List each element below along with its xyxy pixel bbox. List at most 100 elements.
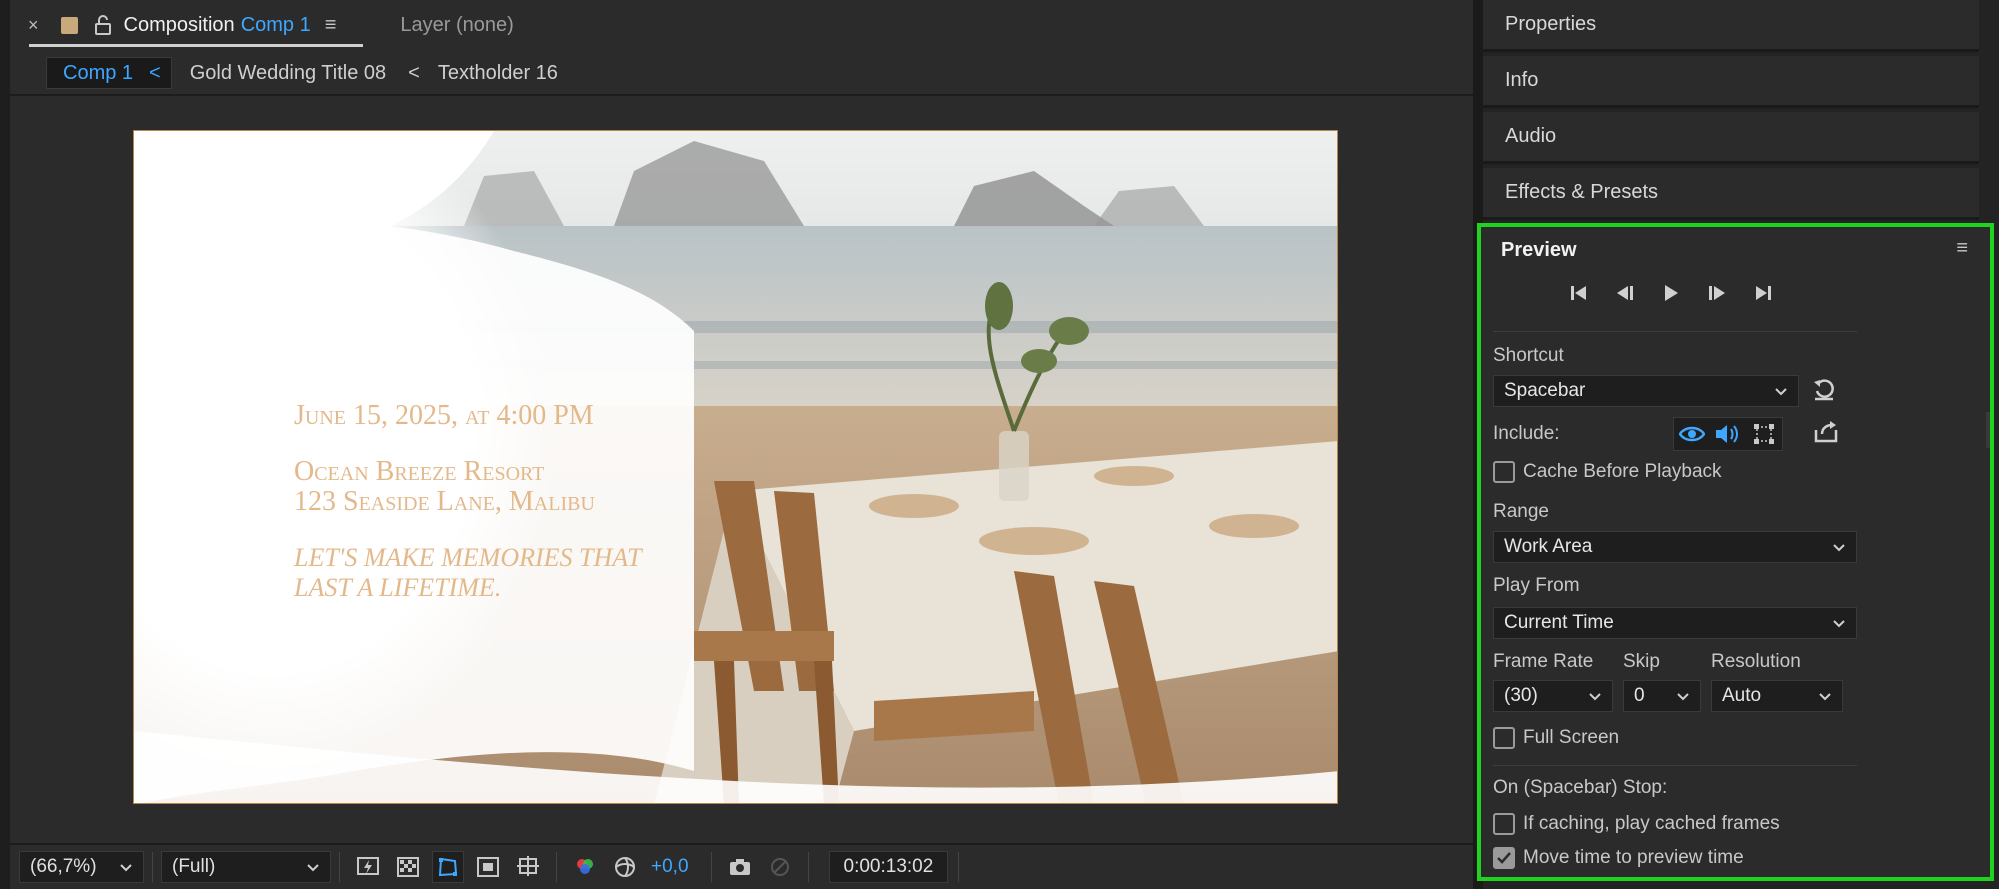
effects-presets-panel-header[interactable]: Effects & Presets [1483, 168, 1979, 220]
preview-title[interactable]: Preview [1501, 239, 1577, 262]
invite-date: June 15, 2025, at 4:00 PM [294, 400, 594, 431]
previous-frame-icon[interactable] [1609, 277, 1641, 309]
include-overlays-icon[interactable] [1746, 418, 1782, 450]
breadcrumb-item[interactable]: Gold Wedding Title 08 [190, 62, 386, 85]
reset-shortcut-icon[interactable] [1811, 377, 1841, 407]
grid-guides-icon[interactable] [512, 851, 544, 883]
range-value: Work Area [1504, 536, 1593, 557]
panel-menu-icon[interactable]: ≡ [325, 14, 337, 37]
frame-rate-value: (30) [1504, 685, 1538, 706]
frame-rate-label: Frame Rate [1493, 651, 1594, 672]
region-of-interest-icon[interactable] [472, 851, 504, 883]
play-from-label: Play From [1493, 575, 1580, 596]
chevron-down-icon [1819, 693, 1831, 701]
properties-panel-header[interactable]: Properties [1483, 0, 1979, 52]
app-window: × Composition Comp 1 ≡ Layer (none) Comp… [0, 0, 1999, 889]
resolution-value: (Full) [172, 856, 216, 877]
chevron-left-icon[interactable]: < [408, 62, 420, 85]
section-label: Info [1505, 69, 1539, 91]
shortcut-value: Spacebar [1504, 380, 1586, 401]
checkbox-box[interactable] [1493, 813, 1515, 835]
play-icon[interactable] [1655, 277, 1687, 309]
include-label: Include: [1493, 423, 1560, 444]
skip-dropdown[interactable]: 0 [1623, 680, 1701, 712]
checkbox-label: Full Screen [1523, 727, 1620, 748]
play-from-dropdown[interactable]: Current Time [1493, 607, 1857, 639]
active-tab-underline [29, 44, 363, 47]
invite-address: 123 Seaside Lane, Malibu [294, 486, 595, 517]
if-caching-checkbox[interactable]: If caching, play cached frames [1493, 813, 1780, 835]
shortcut-dropdown[interactable]: Spacebar [1493, 375, 1799, 407]
channel-rgb-icon[interactable] [569, 851, 601, 883]
transport-controls [1563, 277, 1779, 309]
resolution-dropdown[interactable]: (Full) [161, 851, 331, 883]
exposure-value[interactable]: +0,0 [651, 856, 689, 878]
breadcrumb-active-comp[interactable]: Comp 1 < [46, 57, 172, 89]
snapshot-camera-icon[interactable] [724, 851, 756, 883]
chevron-down-icon [1833, 544, 1845, 552]
chevron-down-icon [1677, 693, 1689, 701]
zoom-value: (66,7%) [30, 856, 97, 877]
range-label: Range [1493, 501, 1549, 522]
viewer-toolbar: (66,7%) (Full) +0,0 0:00:13:02 [10, 843, 1473, 889]
chevron-down-icon [1775, 388, 1787, 396]
include-toggle-group [1673, 417, 1783, 451]
composition-viewer[interactable]: June 15, 2025, at 4:00 PM Ocean Breeze R… [133, 130, 1338, 804]
checkbox-box[interactable] [1493, 461, 1515, 483]
audio-panel-header[interactable]: Audio [1483, 112, 1979, 164]
on-stop-label: On (Spacebar) Stop: [1493, 777, 1668, 798]
preview-panel: Preview ≡ Shortcut Spacebar Include: Cac… [1477, 223, 1994, 881]
include-video-eye-icon[interactable] [1674, 418, 1710, 450]
right-panel-scrollbar[interactable] [1986, 412, 1990, 448]
chevron-left-icon[interactable]: < [149, 62, 161, 85]
chevron-down-icon [307, 864, 319, 872]
last-frame-icon[interactable] [1747, 277, 1779, 309]
skip-label: Skip [1623, 651, 1660, 672]
left-panel-border [0, 0, 10, 889]
checkbox-label: Move time to preview time [1523, 847, 1744, 868]
cache-before-playback-checkbox[interactable]: Cache Before Playback [1493, 461, 1722, 483]
close-tab-button[interactable]: × [28, 15, 39, 36]
composition-tab-comp-name[interactable]: Comp 1 [241, 14, 311, 37]
composition-tab-title[interactable]: Composition [124, 14, 235, 37]
frame-rate-dropdown[interactable]: (30) [1493, 680, 1613, 712]
checkbox-box[interactable] [1493, 727, 1515, 749]
layer-tab[interactable]: Layer (none) [400, 14, 513, 37]
first-frame-icon[interactable] [1563, 277, 1595, 309]
breadcrumb: Comp 1 < Gold Wedding Title 08 < Texthol… [10, 52, 1473, 96]
info-panel-header[interactable]: Info [1483, 56, 1979, 108]
resolution-preview-value: Auto [1722, 685, 1762, 706]
lock-icon[interactable] [92, 14, 114, 36]
panel-menu-icon[interactable]: ≡ [1956, 237, 1968, 260]
resolution-preview-dropdown[interactable]: Auto [1711, 680, 1843, 712]
show-snapshot-icon[interactable] [764, 851, 796, 883]
fast-previews-icon[interactable] [352, 851, 384, 883]
next-frame-icon[interactable] [1701, 277, 1733, 309]
mask-visibility-icon[interactable] [432, 851, 464, 883]
invite-venue: Ocean Breeze Resort [294, 456, 545, 487]
chevron-down-icon [120, 864, 132, 872]
checkbox-label: If caching, play cached frames [1523, 813, 1780, 834]
invite-tagline-1: Let's make memories that [294, 543, 642, 572]
current-time-display[interactable]: 0:00:13:02 [828, 851, 949, 883]
invitation-text: June 15, 2025, at 4:00 PM Ocean Breeze R… [294, 401, 642, 603]
breadcrumb-active-label: Comp 1 [63, 61, 134, 84]
play-from-value: Current Time [1504, 612, 1614, 633]
zoom-dropdown[interactable]: (66,7%) [19, 851, 144, 883]
chevron-down-icon [1833, 620, 1845, 628]
color-management-icon[interactable] [609, 851, 641, 883]
breadcrumb-item[interactable]: Textholder 16 [438, 62, 558, 85]
include-audio-speaker-icon[interactable] [1710, 418, 1746, 450]
export-preview-icon[interactable] [1811, 417, 1841, 447]
skip-value: 0 [1634, 685, 1645, 706]
range-dropdown[interactable]: Work Area [1493, 531, 1857, 563]
checkbox-box-checked[interactable] [1493, 847, 1515, 869]
transparency-grid-icon[interactable] [392, 851, 424, 883]
move-time-checkbox[interactable]: Move time to preview time [1493, 847, 1744, 869]
chevron-down-icon [1589, 693, 1601, 701]
checkbox-label: Cache Before Playback [1523, 461, 1722, 482]
full-screen-checkbox[interactable]: Full Screen [1493, 727, 1619, 749]
invite-tagline-2: last a lifetime. [294, 573, 502, 602]
section-label: Properties [1505, 13, 1597, 35]
label-color-swatch[interactable] [60, 16, 78, 34]
